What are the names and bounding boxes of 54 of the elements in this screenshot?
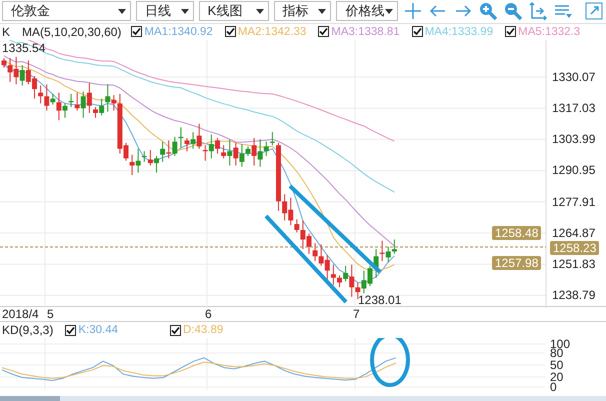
- price-axis-label: 1264.87: [552, 226, 596, 240]
- scrollbar-thumb[interactable]: [0, 396, 60, 401]
- indicator-value: MA3:1338.81: [331, 26, 400, 38]
- series-label: K: [2, 24, 10, 39]
- kd-axis-label: 0: [550, 381, 557, 394]
- checkbox[interactable]: [224, 26, 236, 38]
- price-axis-label: 1303.99: [552, 132, 596, 146]
- dropdown[interactable]: 指标: [274, 1, 332, 22]
- caret-icon: [385, 8, 394, 14]
- caret-icon: [180, 8, 189, 14]
- expand-icon[interactable]: [584, 1, 604, 22]
- dropdown[interactable]: K线图: [198, 1, 269, 22]
- checkbox[interactable]: [318, 26, 330, 38]
- caret-icon: [118, 8, 126, 14]
- price-axis-label: 1290.95: [552, 163, 596, 178]
- checkbox[interactable]: [412, 26, 423, 38]
- indicator-value: MA5:1332.3: [518, 26, 580, 38]
- dropdown[interactable]: 伦敦金: [2, 1, 131, 22]
- price-tag: 1258.48: [492, 226, 542, 240]
- date-label: 6: [205, 307, 212, 322]
- indicator-value: D:43.89: [183, 324, 224, 336]
- date-label: 5: [47, 307, 54, 322]
- dropdown[interactable]: 日线: [136, 1, 194, 22]
- checkbox[interactable]: [505, 26, 516, 38]
- price-axis-label: 1251.83: [552, 257, 596, 271]
- indicator-value: K:30.44: [78, 324, 118, 336]
- date-label: 7: [353, 307, 360, 322]
- price-tag: 1258.23: [550, 240, 600, 255]
- checkbox[interactable]: [170, 324, 182, 336]
- price-tag: 1257.98: [492, 256, 542, 270]
- kd-axis-label: 80: [550, 347, 564, 360]
- crosshair-icon[interactable]: [403, 1, 424, 22]
- price-axis-label: 1317.03: [552, 101, 596, 115]
- price-axis-label: 1330.07: [552, 70, 596, 84]
- indicator-value: MA4:1333.99: [424, 26, 494, 38]
- low-price-label: 1238.01: [358, 292, 402, 307]
- zoom-out-icon[interactable]: [503, 1, 524, 22]
- zoom-in-icon[interactable]: [478, 1, 498, 22]
- price-axis-label: 1238.79: [552, 288, 596, 302]
- indicator-label: KD(9,3,3): [2, 323, 54, 338]
- indicator-label: MA(5,10,20,30,60): [22, 24, 122, 39]
- indicator-value: MA1:1340.92: [144, 26, 213, 38]
- price-axis-label: 1277.91: [552, 194, 596, 209]
- kd-axis-label: 50: [550, 359, 564, 372]
- indicator-value: MA2:1342.33: [238, 26, 306, 38]
- axis-icon[interactable]: [528, 1, 548, 22]
- checkbox[interactable]: [65, 324, 76, 336]
- dropdown[interactable]: 价格线: [336, 1, 398, 22]
- circle-annotation: [370, 338, 410, 388]
- caret-icon: [256, 8, 264, 14]
- checkbox[interactable]: [131, 26, 142, 38]
- date-label: 2018/4: [2, 307, 39, 322]
- kd-axis-label: 20: [550, 371, 564, 384]
- caret-icon: [318, 8, 326, 14]
